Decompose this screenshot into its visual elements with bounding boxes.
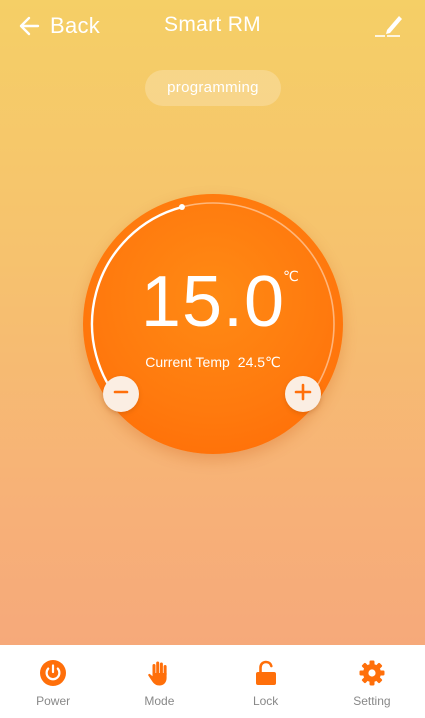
tab-setting-label: Setting xyxy=(353,694,391,708)
tab-lock[interactable]: Lock xyxy=(213,645,319,718)
tab-mode[interactable]: Mode xyxy=(106,645,212,718)
mode-badge[interactable]: programming xyxy=(145,70,281,106)
decrease-temp-button[interactable] xyxy=(103,376,139,412)
header: Back Smart RM xyxy=(0,0,425,52)
tab-power-label: Power xyxy=(36,694,71,708)
bottom-tab-bar: Power Mode Lock Setting xyxy=(0,645,425,718)
tab-power[interactable]: Power xyxy=(0,645,106,718)
tab-mode-label: Mode xyxy=(144,694,175,708)
page-title: Smart RM xyxy=(164,13,261,36)
gear-icon xyxy=(358,659,386,687)
current-temp-label: Current Temp xyxy=(145,354,230,370)
plus-icon xyxy=(294,383,312,406)
current-temperature: Current Temp 24.5℃ xyxy=(83,354,343,371)
dial-knob xyxy=(178,204,185,211)
hand-icon xyxy=(145,659,173,687)
increase-temp-button[interactable] xyxy=(285,376,321,412)
temperature-dial[interactable]: 15.0 ℃ Current Temp 24.5℃ xyxy=(83,194,343,454)
pencil-icon xyxy=(373,16,403,44)
unlock-icon xyxy=(252,659,280,687)
thermostat-screen: Back Smart RM programming 15.0 ℃ Current… xyxy=(0,0,425,645)
tab-setting[interactable]: Setting xyxy=(319,645,425,718)
set-temperature: 15.0 xyxy=(140,262,286,342)
power-icon xyxy=(39,659,67,687)
minus-icon xyxy=(113,384,129,405)
edit-button[interactable] xyxy=(373,10,403,40)
current-temp-value: 24.5℃ xyxy=(237,354,281,370)
tab-lock-label: Lock xyxy=(252,694,279,708)
temperature-unit: ℃ xyxy=(283,268,299,284)
